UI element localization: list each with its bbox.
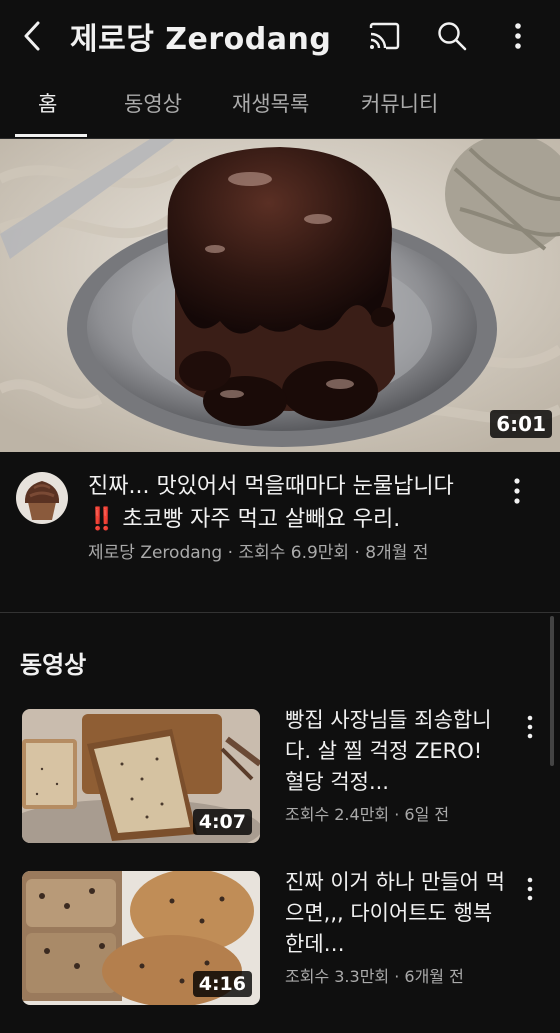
more-vertical-icon[interactable] — [505, 476, 529, 506]
video-meta: 조회수 2.4만회 · 6일 전 — [285, 805, 450, 824]
video-list-item[interactable]: 4:16 진짜 이거 하나 만들어 먹으면,,, 다이어트도 행복한데… 조회수… — [0, 870, 560, 1011]
channel-title: 제로당 Zerodang — [70, 22, 332, 57]
tab-home[interactable]: 홈 — [38, 88, 57, 118]
cupcake-avatar-image — [16, 472, 68, 524]
video-duration-badge: 6:01 — [490, 410, 552, 438]
video-title[interactable]: 빵집 사장님들 죄송합니다. 살 찔 걱정 ZERO! 혈당 걱정... — [285, 705, 505, 798]
tab-community[interactable]: 커뮤니티 — [361, 88, 438, 118]
video-meta: 조회수 3.3만회 · 6개월 전 — [285, 967, 464, 986]
search-icon[interactable] — [434, 18, 470, 54]
chevron-left-icon[interactable] — [18, 18, 48, 54]
more-vertical-icon[interactable] — [500, 18, 536, 54]
cast-icon[interactable] — [366, 18, 402, 54]
video-title[interactable]: 진짜 이거 하나 만들어 먹으면,,, 다이어트도 행복한데… — [285, 867, 505, 960]
chocolate-cake-image — [0, 139, 560, 452]
active-tab-indicator — [15, 134, 87, 137]
video-thumbnail[interactable]: 4:07 — [22, 709, 260, 843]
video-duration-badge: 4:07 — [192, 809, 252, 835]
section-divider — [0, 612, 560, 613]
scrollbar[interactable] — [550, 616, 554, 766]
featured-video-thumbnail[interactable]: 6:01 — [0, 139, 560, 452]
featured-video-info[interactable]: 진짜... 맛있어서 먹을때마다 눈물납니다 ‼️ 초코빵 자주 먹고 살빼요 … — [0, 462, 560, 572]
channel-tabs: 홈 동영상 재생목록 커뮤니티 — [0, 74, 560, 139]
featured-video-title[interactable]: 진짜... 맛있어서 먹을때마다 눈물납니다 ‼️ 초코빵 자주 먹고 살빼요 … — [88, 470, 488, 536]
tab-videos[interactable]: 동영상 — [124, 88, 182, 118]
video-list-item[interactable]: 4:07 빵집 사장님들 죄송합니다. 살 찔 걱정 ZERO! 혈당 걱정..… — [0, 708, 560, 849]
video-thumbnail[interactable]: 4:16 — [22, 871, 260, 1005]
channel-avatar[interactable] — [16, 472, 68, 524]
more-vertical-icon[interactable] — [518, 875, 542, 905]
featured-video-meta: 제로당 Zerodang · 조회수 6.9만회 · 8개월 전 — [88, 543, 429, 563]
more-vertical-icon[interactable] — [518, 713, 542, 743]
video-duration-badge: 4:16 — [192, 971, 252, 997]
tab-playlists[interactable]: 재생목록 — [232, 88, 309, 118]
top-app-bar: 제로당 Zerodang — [0, 0, 560, 72]
section-title: 동영상 — [20, 651, 87, 679]
